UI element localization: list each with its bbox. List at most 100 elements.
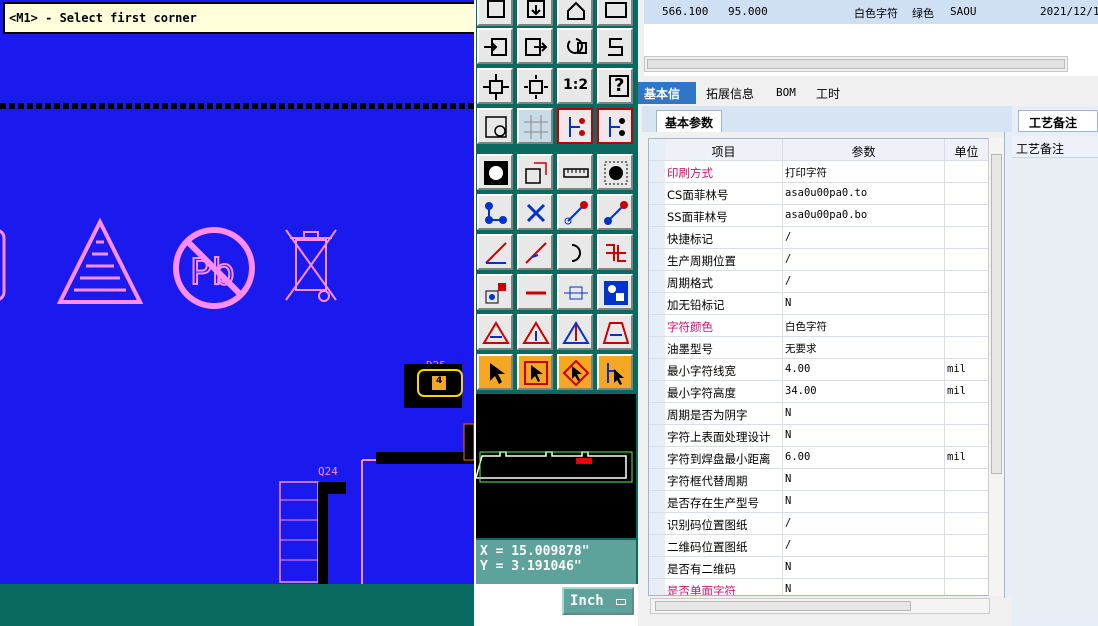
group-tool-button[interactable] <box>597 274 633 310</box>
unit-cell[interactable] <box>945 271 989 293</box>
table-row[interactable]: 最小字符线宽 4.00 mil <box>649 359 989 381</box>
cut-tool-button[interactable] <box>517 274 553 310</box>
unit-cell[interactable] <box>945 469 989 491</box>
route-tool-button[interactable] <box>557 194 593 230</box>
triangle-up-tool-button[interactable] <box>517 314 553 350</box>
redraw-tool-button[interactable] <box>557 28 593 64</box>
unit-cell[interactable]: mil <box>945 359 989 381</box>
disconnect-tool-button[interactable] <box>517 194 553 230</box>
settings-tool-button[interactable] <box>477 108 513 144</box>
param-cell[interactable]: asa0u00pa0.bo <box>783 205 945 227</box>
table-row[interactable]: SS面菲林号 asa0u00pa0.bo <box>649 205 989 227</box>
param-cell[interactable]: N <box>783 425 945 447</box>
scroll-thumb[interactable] <box>647 59 1065 69</box>
tab-bom[interactable]: BOM <box>770 82 802 104</box>
param-cell[interactable]: / <box>783 271 945 293</box>
scroll-thumb[interactable] <box>655 601 911 611</box>
param-cell[interactable]: N <box>783 469 945 491</box>
top-horizontal-scrollbar[interactable] <box>644 56 1068 72</box>
param-cell[interactable]: / <box>783 249 945 271</box>
item-cell[interactable]: 二维码位置图纸 <box>665 535 783 557</box>
table-row[interactable]: CS面菲林号 asa0u00pa0.to <box>649 183 989 205</box>
snap-tool-button[interactable] <box>597 28 633 64</box>
table-row[interactable]: 是否单面字符 N <box>649 579 989 595</box>
table-row[interactable]: 二维码位置图纸 / <box>649 535 989 557</box>
table-row[interactable]: 加无铅标记 N <box>649 293 989 315</box>
panel-splitter[interactable] <box>1004 132 1012 598</box>
unit-cell[interactable]: mil <box>945 381 989 403</box>
param-cell[interactable]: N <box>783 293 945 315</box>
param-cell[interactable]: 打印字符 <box>783 161 945 183</box>
download-tool-button[interactable] <box>517 0 553 26</box>
col-header-unit[interactable]: 单位 <box>945 139 989 161</box>
zoom-fit-tool-button[interactable] <box>477 68 513 104</box>
move-left-tool-button[interactable] <box>477 28 513 64</box>
cad-canvas[interactable]: Pb D25 Q24 4 <box>0 0 474 584</box>
item-cell[interactable]: 是否有二维码 <box>665 557 783 579</box>
unit-cell[interactable] <box>945 315 989 337</box>
item-cell[interactable]: 油墨型号 <box>665 337 783 359</box>
measure-tool-button[interactable] <box>557 154 593 190</box>
item-cell[interactable]: 是否存在生产型号 <box>665 491 783 513</box>
table-row[interactable]: 字符上表面处理设计 N <box>649 425 989 447</box>
select-net-tool-button[interactable] <box>597 354 633 390</box>
diagonal-tool-button[interactable] <box>517 234 553 270</box>
arc-tool-button[interactable] <box>557 234 593 270</box>
col-header-param[interactable]: 参数 <box>783 139 945 161</box>
move-right-tool-button[interactable] <box>517 28 553 64</box>
scroll-thumb[interactable] <box>991 154 1002 474</box>
select-box-tool-button[interactable] <box>517 354 553 390</box>
table-row[interactable]: 油墨型号 无要求 <box>649 337 989 359</box>
unit-cell[interactable] <box>945 513 989 535</box>
unit-cell[interactable] <box>945 425 989 447</box>
tab-basic-info[interactable]: 基本信息 <box>638 82 696 118</box>
grid-tool-button[interactable] <box>517 108 553 144</box>
panel-tool-button[interactable] <box>597 0 633 26</box>
param-cell[interactable]: 4.00 <box>783 359 945 381</box>
add-via-tool-button[interactable] <box>597 154 633 190</box>
netlist-compare-tool-button[interactable] <box>597 108 633 144</box>
item-cell[interactable]: CS面菲林号 <box>665 183 783 205</box>
trapezoid-tool-button[interactable] <box>597 314 633 350</box>
table-row[interactable]: 周期格式 / <box>649 271 989 293</box>
param-cell[interactable]: N <box>783 403 945 425</box>
grid-horizontal-scrollbar[interactable] <box>650 598 990 614</box>
item-cell[interactable]: 加无铅标记 <box>665 293 783 315</box>
ratio-tool-button[interactable]: 1:2 <box>557 68 593 104</box>
table-row[interactable]: 快捷标记 / <box>649 227 989 249</box>
split-tool-button[interactable] <box>597 234 633 270</box>
unit-cell[interactable] <box>945 491 989 513</box>
save-tool-button[interactable] <box>477 0 513 26</box>
table-row[interactable]: 是否存在生产型号 N <box>649 491 989 513</box>
overview-map[interactable] <box>475 394 636 538</box>
param-cell[interactable]: N <box>783 491 945 513</box>
dimension-tool-button[interactable] <box>557 274 593 310</box>
col-header-item[interactable]: 项目 <box>665 139 783 161</box>
item-cell[interactable]: 字符颜色 <box>665 315 783 337</box>
item-cell[interactable]: 是否单面字符 <box>665 579 783 595</box>
table-row[interactable]: 字符框代替周期 N <box>649 469 989 491</box>
select-rotated-tool-button[interactable] <box>557 354 593 390</box>
param-cell[interactable]: 6.00 <box>783 447 945 469</box>
param-cell[interactable]: 34.00 <box>783 381 945 403</box>
item-cell[interactable]: 印刷方式 <box>665 161 783 183</box>
item-cell[interactable]: 快捷标记 <box>665 227 783 249</box>
grid-vertical-scrollbar[interactable] <box>988 138 1004 596</box>
unit-cell[interactable] <box>945 161 989 183</box>
item-cell[interactable]: 周期是否为阴字 <box>665 403 783 425</box>
route-end-tool-button[interactable] <box>597 194 633 230</box>
param-cell[interactable]: 无要求 <box>783 337 945 359</box>
unit-cell[interactable] <box>945 579 989 595</box>
table-row[interactable]: 识别码位置图纸 / <box>649 513 989 535</box>
unit-cell[interactable] <box>945 249 989 271</box>
item-cell[interactable]: 字符上表面处理设计 <box>665 425 783 447</box>
add-pad-tool-button[interactable] <box>477 154 513 190</box>
unit-cell[interactable] <box>945 183 989 205</box>
select-tool-button[interactable] <box>477 354 513 390</box>
param-cell[interactable]: / <box>783 513 945 535</box>
table-row[interactable]: 最小字符高度 34.00 mil <box>649 381 989 403</box>
top-grid-row[interactable]: 566.100 95.000 白色字符 绿色 SAOU 2021/12/16 <box>644 0 1098 24</box>
param-cell[interactable]: / <box>783 535 945 557</box>
item-cell[interactable]: 生产周期位置 <box>665 249 783 271</box>
param-cell[interactable]: 白色字符 <box>783 315 945 337</box>
